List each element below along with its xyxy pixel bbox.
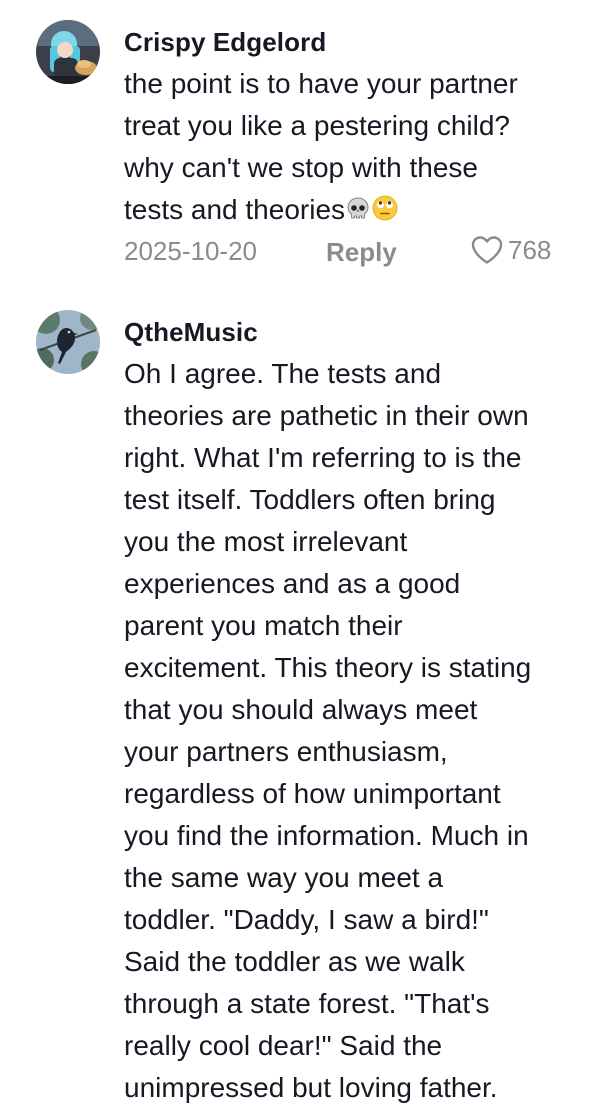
comment-line: unimpressed but loving father.: [124, 1072, 498, 1103]
reply-button[interactable]: Reply: [326, 237, 397, 268]
comment-line: parent you match their: [124, 610, 403, 641]
comment-line: regardless of how unimportant: [124, 778, 501, 809]
comment-line: really cool dear!" Said the: [124, 1030, 443, 1061]
comment-line: the same way you meet a: [124, 862, 444, 893]
comment-line-with-emoji: tests and theories: [124, 189, 574, 234]
like-count: 768: [508, 234, 552, 265]
comment-line: theories are pathetic in their own: [124, 400, 529, 431]
comment-date: 2025-10-20: [124, 236, 257, 266]
comment-line: you the most irrelevant: [124, 526, 408, 557]
anime-character-avatar-icon: [36, 20, 100, 84]
comment-author[interactable]: Crispy Edgelord: [124, 27, 326, 58]
heart-outline-icon: [471, 236, 503, 264]
comment-line: Oh I agree. The tests and: [124, 358, 442, 389]
comment-line: treat you like a pestering child?: [124, 110, 510, 141]
comment-line: experiences and as a good: [124, 568, 461, 599]
comment-line: excitement. This theory is stating: [124, 652, 532, 683]
eye-roll-emoji-icon: [371, 192, 399, 234]
comment-line: why can't we stop with these: [124, 152, 478, 183]
comment-line: test itself. Toddlers often bring: [124, 484, 496, 515]
comment-line: tests and theories: [124, 194, 346, 225]
skull-emoji-icon: [345, 192, 371, 234]
comment-line: your partners enthusiasm,: [124, 736, 448, 767]
comment-line: toddler. "Daddy, I saw a bird!": [124, 904, 489, 935]
comment-meta: 2025-10-20 Reply 768: [124, 234, 564, 272]
comment-line: right. What I'm referring to is the: [124, 442, 522, 473]
comment-line: the point is to have your partner: [124, 68, 518, 99]
comment-text: Oh I agree. The tests and theories are p…: [124, 353, 574, 1109]
comment-text: the point is to have your partner treat …: [124, 63, 574, 234]
comment-line: through a state forest. "That's: [124, 988, 490, 1019]
comment-line: you find the information. Much in: [124, 820, 529, 851]
like-button[interactable]: 768: [470, 234, 551, 266]
avatar[interactable]: [36, 20, 100, 84]
avatar[interactable]: [36, 310, 100, 374]
comment-line: Said the toddler as we walk: [124, 946, 465, 977]
comment-author[interactable]: QtheMusic: [124, 317, 258, 348]
bird-in-trees-avatar-icon: [36, 310, 100, 374]
comment-line: that you should always meet: [124, 694, 478, 725]
